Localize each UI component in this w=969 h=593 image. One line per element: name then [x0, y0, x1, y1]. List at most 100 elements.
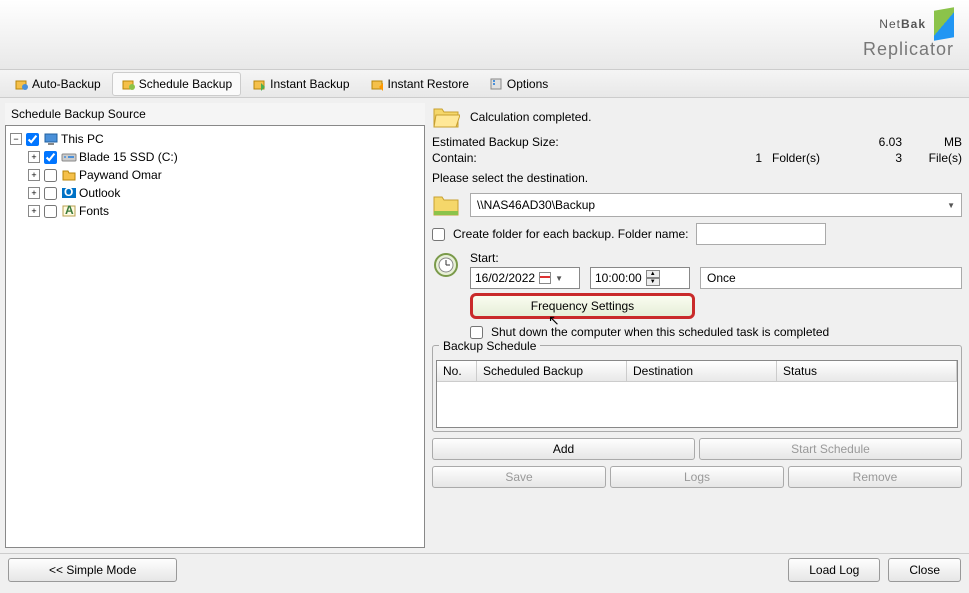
svg-text:O: O: [64, 185, 73, 199]
collapse-icon[interactable]: −: [10, 133, 22, 145]
app-header: NetBak Replicator: [0, 0, 969, 70]
checkbox-user[interactable]: [44, 169, 57, 182]
remove-button[interactable]: Remove: [788, 466, 962, 488]
tab-schedule-backup[interactable]: Schedule Backup: [112, 72, 241, 96]
options-icon: [489, 77, 503, 91]
tree-item-pc[interactable]: − This PC: [10, 130, 420, 148]
add-button[interactable]: Add: [432, 438, 695, 460]
tab-auto-backup[interactable]: Auto-Backup: [5, 72, 110, 96]
start-label: Start:: [470, 251, 962, 265]
est-size-value: 6.03: [842, 135, 902, 149]
destination-row: \\NAS46AD30\Backup ▼: [432, 193, 962, 217]
col-no[interactable]: No.: [437, 361, 477, 381]
calc-status-row: Calculation completed.: [432, 105, 962, 129]
logs-button[interactable]: Logs: [610, 466, 784, 488]
source-tree[interactable]: − This PC + Blade 15 SSD (C:) + Paywand …: [5, 125, 425, 548]
load-log-button[interactable]: Load Log: [788, 558, 880, 582]
schedule-icon: [432, 251, 460, 279]
backup-schedule-section: Backup Schedule No. Scheduled Backup Des…: [432, 345, 962, 432]
logo-shape-icon: [934, 7, 954, 41]
tab-label: Options: [507, 77, 548, 91]
logo-net: Net: [879, 17, 901, 31]
checkbox-outlook[interactable]: [44, 187, 57, 200]
chevron-down-icon: ▼: [555, 274, 563, 283]
expand-icon[interactable]: +: [28, 151, 40, 163]
create-folder-row: Create folder for each backup. Folder na…: [432, 223, 962, 245]
expand-icon[interactable]: +: [28, 187, 40, 199]
folders-count: 1: [602, 151, 762, 165]
schedule-backup-icon: [121, 77, 135, 91]
left-panel: Schedule Backup Source − This PC + Blade…: [5, 103, 425, 548]
instant-restore-icon: [370, 77, 384, 91]
cursor-icon: ↖: [548, 312, 560, 329]
drive-icon: [61, 149, 77, 165]
tree-item-fonts[interactable]: + A Fonts: [10, 202, 420, 220]
tree-item-outlook[interactable]: + O Outlook: [10, 184, 420, 202]
close-button[interactable]: Close: [888, 558, 961, 582]
create-folder-checkbox[interactable]: [432, 228, 445, 241]
save-button[interactable]: Save: [432, 466, 606, 488]
tab-label: Instant Backup: [270, 77, 349, 91]
checkbox-pc[interactable]: [26, 133, 39, 146]
frequency-value: Once: [707, 271, 736, 285]
auto-backup-icon: [14, 77, 28, 91]
expand-icon[interactable]: +: [28, 169, 40, 181]
expand-icon[interactable]: +: [28, 205, 40, 217]
instant-backup-icon: [252, 77, 266, 91]
main-content: Schedule Backup Source − This PC + Blade…: [0, 98, 969, 553]
folder-name-input[interactable]: [696, 223, 826, 245]
tab-options[interactable]: Options: [480, 72, 557, 96]
backup-stats: Estimated Backup Size: 6.03 MB Contain: …: [432, 135, 962, 165]
source-title: Schedule Backup Source: [5, 103, 425, 125]
main-tabs: Auto-Backup Schedule Backup Instant Back…: [0, 70, 969, 98]
tree-label: This PC: [61, 132, 104, 146]
schedule-settings: Start: 16/02/2022 ▼ 10:00:00 ▲▼ Once: [432, 251, 962, 339]
est-size-unit: MB: [912, 135, 962, 149]
time-input[interactable]: 10:00:00 ▲▼: [590, 267, 690, 289]
date-input[interactable]: 16/02/2022 ▼: [470, 267, 580, 289]
col-status[interactable]: Status: [777, 361, 957, 381]
tree-label: Blade 15 SSD (C:): [79, 150, 178, 164]
tree-item-user[interactable]: + Paywand Omar: [10, 166, 420, 184]
button-label: Frequency Settings: [531, 299, 634, 313]
create-folder-label: Create folder for each backup. Folder na…: [453, 227, 688, 241]
contain-label: Contain:: [432, 151, 592, 165]
tree-label: Fonts: [79, 204, 109, 218]
fonts-icon: A: [61, 203, 77, 219]
start-schedule-button[interactable]: Start Schedule: [699, 438, 962, 460]
logo-bak: Bak: [901, 17, 926, 31]
files-count: 3: [842, 151, 902, 165]
dest-label: Please select the destination.: [432, 171, 962, 185]
date-value: 16/02/2022: [475, 271, 535, 285]
tab-label: Instant Restore: [388, 77, 469, 91]
shutdown-checkbox[interactable]: [470, 326, 483, 339]
tab-instant-restore[interactable]: Instant Restore: [361, 72, 478, 96]
app-logo: NetBak Replicator: [863, 9, 954, 60]
files-label: File(s): [912, 151, 962, 165]
frequency-settings-button[interactable]: Frequency Settings ↖: [470, 293, 695, 319]
svg-text:A: A: [65, 203, 74, 217]
schedule-table[interactable]: No. Scheduled Backup Destination Status: [436, 360, 958, 428]
col-scheduled[interactable]: Scheduled Backup: [477, 361, 627, 381]
outlook-icon: O: [61, 185, 77, 201]
pc-icon: [43, 131, 59, 147]
est-size-label: Estimated Backup Size:: [432, 135, 592, 149]
time-spinner[interactable]: ▲▼: [646, 270, 660, 286]
tree-item-drive[interactable]: + Blade 15 SSD (C:): [10, 148, 420, 166]
logo-subtitle: Replicator: [863, 39, 954, 60]
right-panel: Calculation completed. Estimated Backup …: [430, 103, 964, 548]
checkbox-fonts[interactable]: [44, 205, 57, 218]
simple-mode-button[interactable]: << Simple Mode: [8, 558, 177, 582]
calc-status: Calculation completed.: [470, 110, 591, 124]
spin-up-icon[interactable]: ▲: [646, 270, 660, 278]
chevron-down-icon: ▼: [947, 201, 955, 210]
folder-open-icon: [432, 105, 460, 129]
tab-instant-backup[interactable]: Instant Backup: [243, 72, 358, 96]
schedule-table-label: Backup Schedule: [439, 339, 540, 353]
destination-select[interactable]: \\NAS46AD30\Backup ▼: [470, 193, 962, 217]
spin-down-icon[interactable]: ▼: [646, 278, 660, 286]
col-destination[interactable]: Destination: [627, 361, 777, 381]
checkbox-drive[interactable]: [44, 151, 57, 164]
footer: << Simple Mode Load Log Close: [0, 553, 969, 585]
tree-label: Outlook: [79, 186, 120, 200]
